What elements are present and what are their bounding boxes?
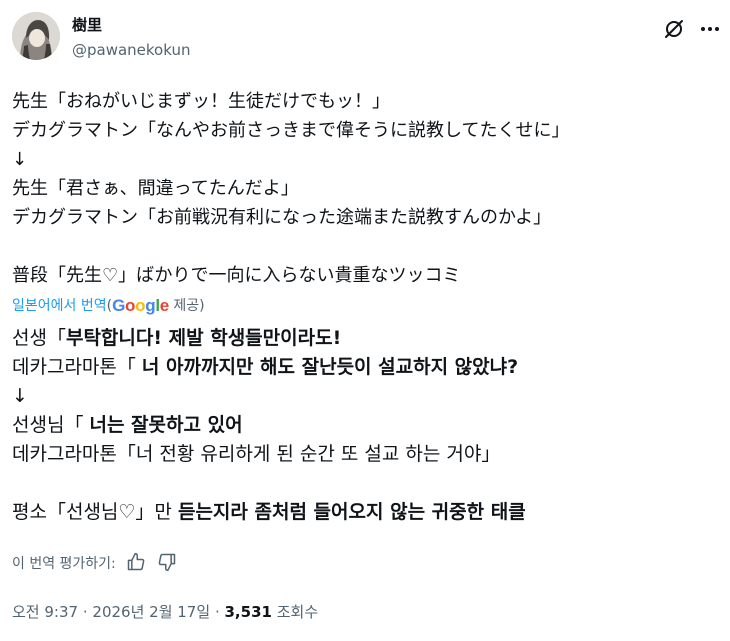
text-segment-bold: 너 아까까지만 해도 잘난듯이 설교하지 않았냐? [141,356,519,378]
google-logo: Google [112,296,169,315]
tweet-text-original: 先生「おねがいじまずッ！生徒だけでもッ！」 デカグラマトン「なんやお前さっきまで… [12,87,718,290]
separator: · [214,603,220,621]
provided-by-label: 제공) [173,298,205,314]
translated-from-link[interactable]: 일본어에서 번역 [12,298,107,314]
tweet-date[interactable]: 2026년 2월 17일 [92,603,210,621]
views-count: 3,531 [224,603,272,621]
views-label: 조회수 [276,603,319,621]
tweet-meta: 오전 9:37 · 2026년 2월 17일 · 3,531 조회수 [12,600,318,624]
thumbs-up-icon[interactable] [126,552,146,572]
tweet-header: 樹里 @pawanekokun [0,0,730,70]
text-line: 普段「先生♡」ばかりで一向に入らない貴重なツッコミ [12,265,461,286]
text-line: デカグラマトン「なんやお前さっきまで偉そうに説教してたくせに」 [12,120,570,141]
tweet-time[interactable]: 오전 9:37 [12,603,78,621]
rate-translation-label: 이 번역 평가하기: [12,556,116,572]
avatar[interactable] [12,12,60,60]
text-segment-bold: 부탁합니다! 제발 학생들만이라도! [65,327,342,349]
text-segment: 선생님「 [12,414,90,436]
text-line: 先生「おねがいじまずッ！生徒だけでもッ！」 [12,91,390,112]
separator: · [82,603,88,621]
text-line: 데카그라마톤「 너 아까까지만 해도 잘난듯이 설교하지 않았냐? [12,353,718,382]
rate-translation: 이 번역 평가하기: [12,552,177,576]
text-segment-bold: 너는 잘못하고 있어 [89,414,243,436]
author-handle[interactable]: @pawanekokun [72,40,190,60]
text-line: 평소「선생님♡」만 듣는지라 좀처럼 들어오지 않는 귀중한 태클 [12,498,718,527]
text-line: 선생「부탁합니다! 제발 학생들만이라도! [12,324,718,353]
more-icon[interactable] [698,17,722,41]
thumbs-down-icon[interactable] [157,552,177,572]
text-segment-bold: 듣는지라 좀처럼 들어오지 않는 귀중한 태클 [177,501,526,523]
text-line: 先生「君さぁ、間違ってたんだよ」 [12,178,299,199]
text-line: ↓ [12,385,28,407]
grok-icon[interactable] [662,17,686,41]
text-line: 데카그라마톤「너 전황 유리하게 된 순간 또 설교 하는 거야」 [12,443,501,465]
text-line: ↓ [12,149,28,170]
text-line: デカグラマトン「お前戦況有利になった途端また説教すんのかよ」 [12,207,552,228]
text-segment: 선생「 [12,327,66,349]
translation-attribution: 일본어에서 번역(Google 제공) [12,296,205,316]
author-name[interactable]: 樹里 [72,15,102,35]
tweet-text-translated: 선생「부탁합니다! 제발 학생들만이라도! 데카그라마톤「 너 아까까지만 해도… [12,324,718,527]
text-segment: 평소「선생님♡」만 [12,501,178,523]
text-segment: 데카그라마톤「 [12,356,142,378]
text-line: 선생님「 너는 잘못하고 있어 [12,411,718,440]
